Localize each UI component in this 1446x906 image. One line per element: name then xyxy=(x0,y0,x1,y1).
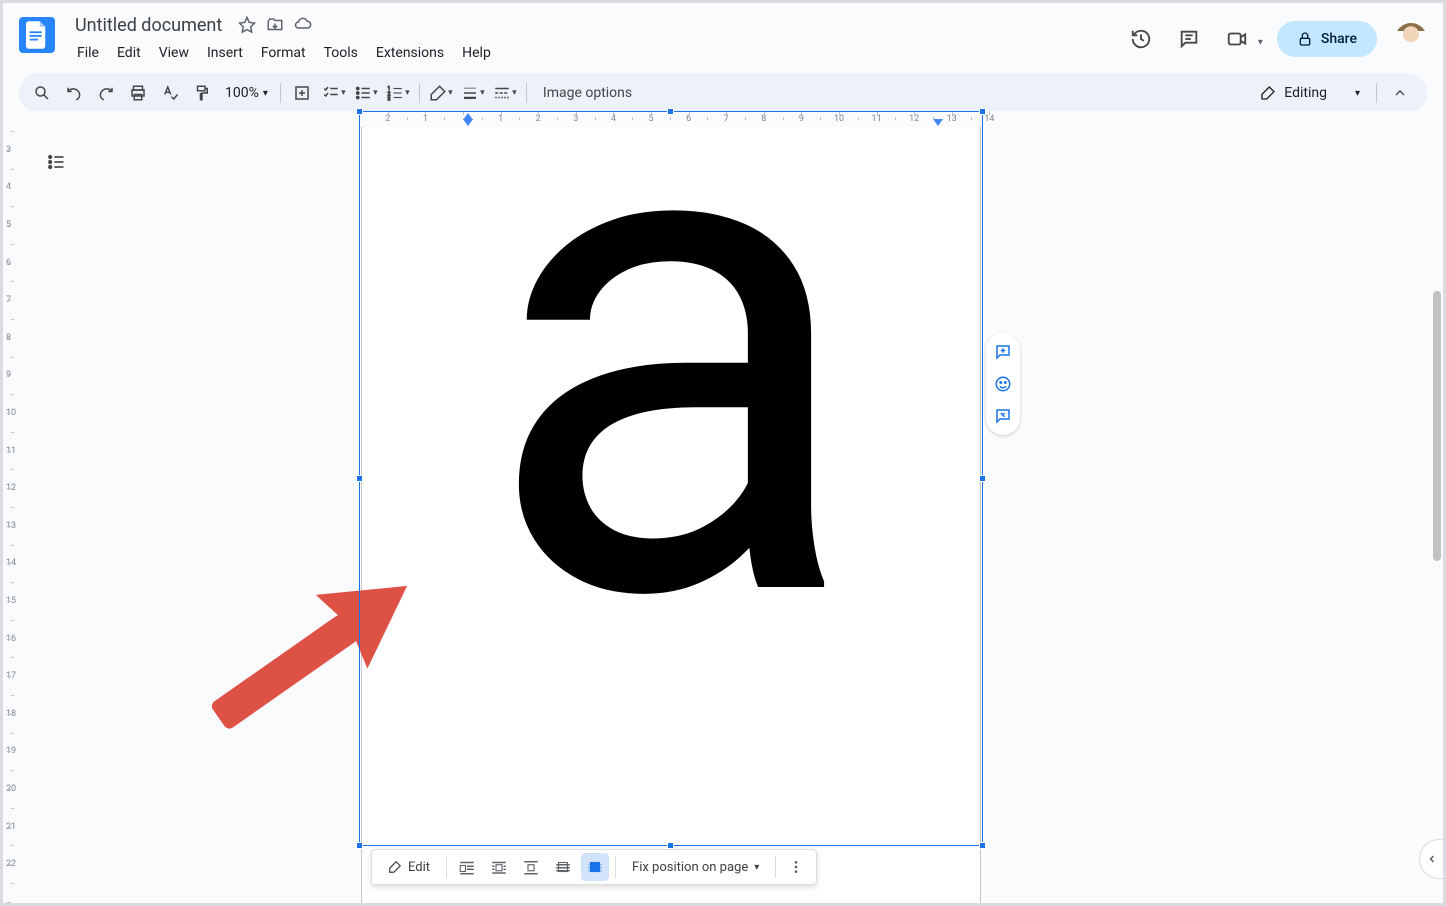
indent-marker-bottom[interactable] xyxy=(463,119,473,126)
svg-text:3: 3 xyxy=(388,97,391,103)
cloud-status-icon[interactable] xyxy=(294,16,312,34)
share-label: Share xyxy=(1321,31,1357,47)
outline-toggle-icon[interactable] xyxy=(41,147,71,177)
menu-help[interactable]: Help xyxy=(454,41,499,65)
image-options-button[interactable]: Image options xyxy=(533,85,642,101)
menu-edit[interactable]: Edit xyxy=(109,41,149,65)
suggestion-sidebar xyxy=(986,333,1020,435)
zoom-dropdown[interactable]: 100% ▾ xyxy=(219,85,274,101)
side-panel-toggle[interactable] xyxy=(1419,839,1443,879)
menu-insert[interactable]: Insert xyxy=(199,41,251,65)
break-text-icon[interactable] xyxy=(517,853,545,881)
undo-icon[interactable] xyxy=(59,78,89,108)
resize-handle-mr[interactable] xyxy=(979,475,986,482)
border-dash-icon[interactable]: ▾ xyxy=(490,78,520,108)
checklist-icon[interactable]: ▾ xyxy=(319,78,349,108)
menu-file[interactable]: File xyxy=(69,41,107,65)
docs-logo[interactable] xyxy=(19,17,55,53)
wrap-inline-icon[interactable] xyxy=(453,853,481,881)
border-weight-icon[interactable]: ▾ xyxy=(458,78,488,108)
share-button[interactable]: Share xyxy=(1277,21,1377,57)
document-title[interactable]: Untitled document xyxy=(69,13,228,38)
star-icon[interactable] xyxy=(238,16,256,34)
add-comment-side-icon[interactable] xyxy=(990,339,1016,365)
fix-position-dropdown[interactable]: Fix position on page ▾ xyxy=(622,853,769,881)
comments-icon[interactable] xyxy=(1172,22,1206,56)
edit-image-button[interactable]: Edit xyxy=(378,853,440,881)
toolbar: 100% ▾ ▾ ▾ 123▾ ▾ ▾ ▾ Image options Edit… xyxy=(19,73,1427,113)
print-icon[interactable] xyxy=(123,78,153,108)
more-options-icon[interactable] xyxy=(782,853,810,881)
canvas[interactable]: 211234567891011121314 345678910111213141… xyxy=(3,111,1443,903)
resize-handle-bl[interactable] xyxy=(356,842,363,849)
spellcheck-icon[interactable] xyxy=(155,78,185,108)
right-margin-marker[interactable] xyxy=(933,119,943,126)
docs-file-icon xyxy=(26,21,48,49)
image-context-toolbar: Edit Fix position on page ▾ xyxy=(371,849,817,885)
avatar[interactable] xyxy=(1395,23,1427,55)
meet-icon[interactable] xyxy=(1220,22,1254,56)
emoji-reaction-icon[interactable] xyxy=(990,371,1016,397)
editing-mode-dropdown[interactable]: Editing ▾ xyxy=(1252,81,1368,105)
menu-extensions[interactable]: Extensions xyxy=(368,41,452,65)
meet-dropdown[interactable] xyxy=(1256,30,1263,49)
paint-format-icon[interactable] xyxy=(187,78,217,108)
menu-tools[interactable]: Tools xyxy=(316,41,366,65)
menu-view[interactable]: View xyxy=(151,41,197,65)
search-icon[interactable] xyxy=(27,78,57,108)
move-icon[interactable] xyxy=(266,16,284,34)
redo-icon[interactable] xyxy=(91,78,121,108)
vertical-ruler[interactable]: 345678910111213141516171819202122 xyxy=(3,127,21,903)
resize-handle-bm[interactable] xyxy=(667,842,674,849)
bulleted-list-icon[interactable]: ▾ xyxy=(351,78,381,108)
in-front-text-icon[interactable] xyxy=(581,853,609,881)
numbered-list-icon[interactable]: 123▾ xyxy=(383,78,413,108)
vertical-scrollbar[interactable] xyxy=(1429,111,1443,611)
resize-handle-br[interactable] xyxy=(979,842,986,849)
behind-text-icon[interactable] xyxy=(549,853,577,881)
resize-handle-ml[interactable] xyxy=(356,475,363,482)
suggest-edits-icon[interactable] xyxy=(990,403,1016,429)
collapse-toolbar-icon[interactable] xyxy=(1385,78,1415,108)
scroll-thumb[interactable] xyxy=(1433,291,1441,561)
lock-icon xyxy=(1297,31,1313,47)
menu-format[interactable]: Format xyxy=(253,41,314,65)
pencil-icon xyxy=(388,860,402,874)
menubar: File Edit View Insert Format Tools Exten… xyxy=(69,41,1124,65)
svg-text:a: a xyxy=(482,177,863,677)
pencil-icon xyxy=(1260,85,1276,101)
add-comment-icon[interactable] xyxy=(287,78,317,108)
border-color-icon[interactable]: ▾ xyxy=(426,78,456,108)
history-icon[interactable] xyxy=(1124,22,1158,56)
selected-image-glyph[interactable]: a xyxy=(412,177,972,677)
horizontal-ruler[interactable]: 211234567891011121314 xyxy=(31,111,1415,127)
wrap-text-icon[interactable] xyxy=(485,853,513,881)
document-page[interactable]: a xyxy=(361,127,981,903)
